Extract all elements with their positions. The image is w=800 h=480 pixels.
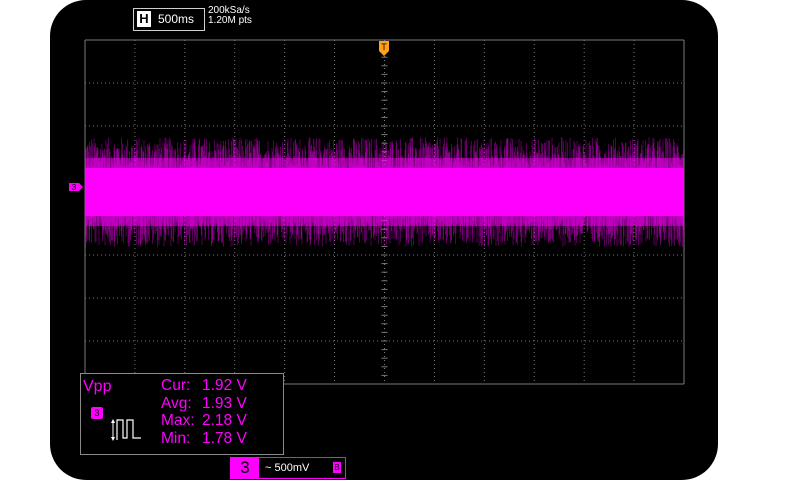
timebase-box[interactable]: H 500ms — [133, 8, 205, 31]
waveform-mid-band — [85, 158, 684, 226]
measurement-row-min: Min: 1.78 V — [161, 429, 247, 447]
trigger-marker-label: T — [381, 42, 387, 52]
trigger-marker[interactable]: T — [379, 41, 389, 56]
bandwidth-limit-icon: B — [333, 462, 341, 473]
channel-number: 3 — [230, 457, 260, 479]
measurement-row-cur: Cur: 1.92 V — [161, 377, 247, 394]
channel-scale-box: ~ 500mV B — [258, 457, 346, 479]
channel3-ground-marker-label: 3 — [72, 183, 77, 192]
channel-scale: ~ 500mV — [265, 462, 310, 474]
vpp-pulse-icon — [111, 419, 141, 441]
channel3-settings[interactable]: 3 ~ 500mV B — [222, 456, 346, 480]
acquisition-info: 200kSa/s 1.20M pts — [208, 6, 252, 26]
channel3-waveform — [84, 137, 685, 247]
channel3-ground-marker[interactable]: 3 — [69, 183, 83, 192]
measurement-panel[interactable]: Vpp 3 Cur: 1.92 V Avg: 1.93 V Max: 2.18 V M… — [80, 373, 284, 455]
measurement-row-max: Max: 2.18 V — [161, 412, 247, 429]
horizontal-label: H — [137, 11, 151, 27]
memory-depth: 1.20M pts — [208, 15, 252, 26]
measurement-row-avg: Avg: 1.93 V — [161, 394, 247, 412]
measurement-channel-icon: 3 — [91, 407, 103, 419]
measurement-name: Vpp — [83, 378, 112, 395]
timebase-value: 500ms — [158, 12, 195, 26]
